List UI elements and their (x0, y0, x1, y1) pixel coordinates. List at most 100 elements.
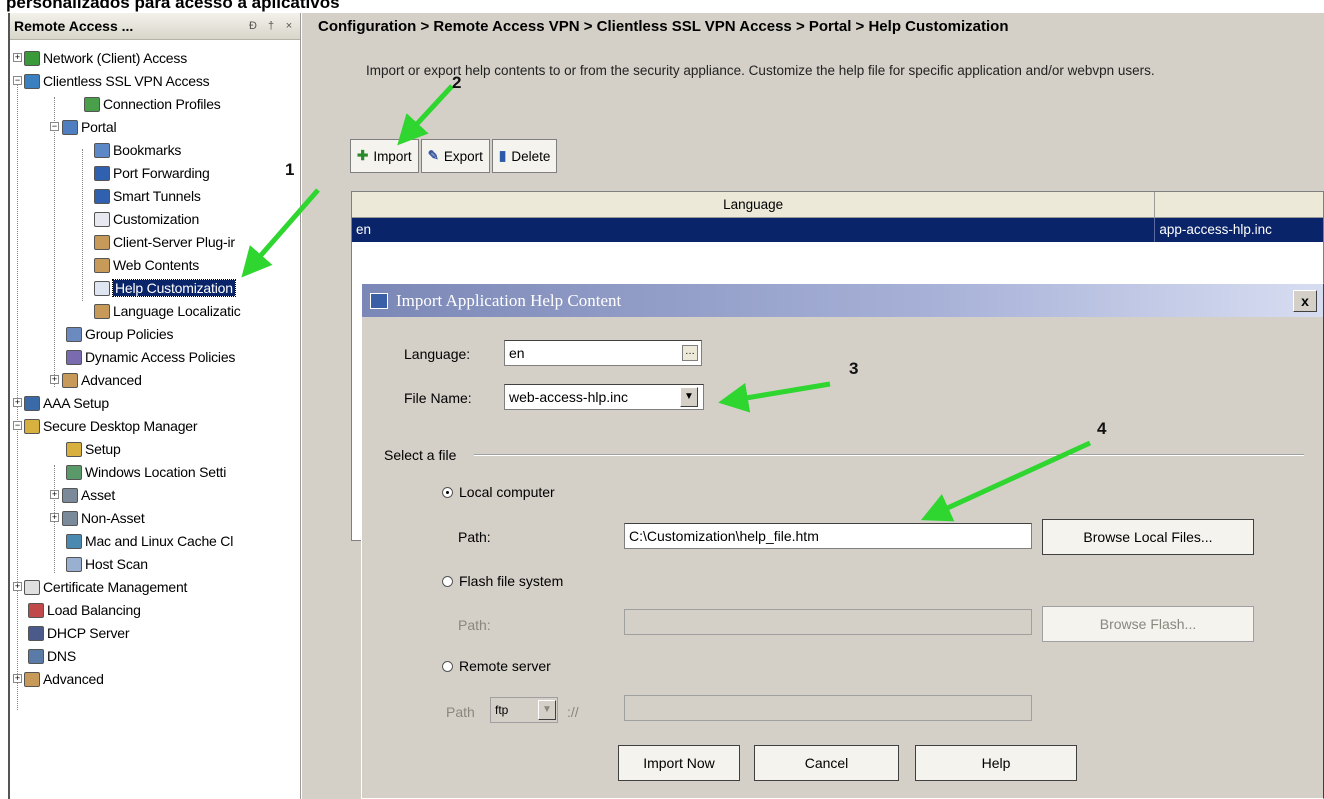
tree-non-asset[interactable]: Non-Asset (62, 507, 145, 529)
table-row[interactable]: en app-access-hlp.inc (352, 218, 1323, 242)
language-input[interactable]: en (504, 340, 702, 366)
tree-advanced-root[interactable]: Advanced (24, 668, 104, 690)
local-computer-radio[interactable]: Local computer (442, 484, 555, 500)
collapse-secure-desktop-icon[interactable]: − (13, 421, 22, 430)
close-pane-icon[interactable]: × (282, 20, 296, 32)
local-path-label: Path: (458, 529, 491, 545)
column-header-language[interactable]: Language (352, 192, 1156, 217)
expand-non-asset-icon[interactable]: + (50, 513, 59, 522)
delete-label: Delete (511, 148, 551, 164)
tree-clientless-ssl-vpn-access[interactable]: Clientless SSL VPN Access (24, 70, 210, 92)
step-4-marker: 4 (1097, 419, 1107, 438)
tree-label: Clientless SSL VPN Access (43, 73, 210, 89)
language-picker-button[interactable]: … (682, 345, 698, 361)
tree-line (54, 97, 55, 387)
setup-icon (66, 441, 82, 457)
step-2-marker: 2 (452, 73, 462, 92)
import-now-button[interactable]: Import Now (618, 745, 740, 781)
delete-button[interactable]: ▮ Delete (491, 139, 558, 173)
tree-secure-desktop-manager[interactable]: Secure Desktop Manager (24, 415, 198, 437)
tree-load-balancing[interactable]: Load Balancing (28, 599, 141, 621)
dialog-app-icon (370, 292, 388, 309)
tree-dns[interactable]: DNS (28, 645, 76, 667)
tree-asset[interactable]: Asset (62, 484, 115, 506)
remote-server-radio[interactable]: Remote server (442, 658, 551, 674)
export-icon: ✎ (427, 148, 439, 163)
radio-dot-icon (442, 660, 453, 672)
tree-web-contents[interactable]: Web Contents (94, 254, 199, 276)
filename-select[interactable]: web-access-hlp.inc (504, 384, 704, 410)
remote-separator: :// (567, 704, 579, 720)
port-forwarding-icon (94, 165, 110, 181)
tree-connection-profiles[interactable]: Connection Profiles (84, 93, 221, 115)
tree-portal[interactable]: Portal (62, 116, 117, 138)
advanced-icon (24, 671, 40, 687)
browse-local-files-button[interactable]: Browse Local Files... (1042, 519, 1254, 555)
tree-label: Help Customization (112, 279, 236, 297)
page-description: Import or export help contents to or fro… (366, 63, 1155, 78)
cancel-button[interactable]: Cancel (754, 745, 899, 781)
tree-label: Certificate Management (43, 579, 188, 595)
tree-label: Customization (113, 211, 200, 227)
vpn-icon (24, 73, 40, 89)
tree-smart-tunnels[interactable]: Smart Tunnels (94, 185, 201, 207)
windows-location-icon (66, 464, 82, 480)
nav-tree: + Network (Client) Access − Clientless S… (10, 45, 300, 799)
tree-windows-location-settings[interactable]: Windows Location Setti (66, 461, 226, 483)
tree-label: Advanced (81, 372, 142, 388)
expand-asset-icon[interactable]: + (50, 490, 59, 499)
tree-certificate-management[interactable]: Certificate Management (24, 576, 187, 598)
help-button[interactable]: Help (915, 745, 1077, 781)
flash-file-system-radio[interactable]: Flash file system (442, 573, 563, 589)
import-button[interactable]: ✚ Import (350, 139, 419, 173)
tree-customization[interactable]: Customization (94, 208, 199, 230)
tree-dynamic-access-policies[interactable]: Dynamic Access Policies (66, 346, 235, 368)
expand-advanced-root-icon[interactable]: + (13, 674, 22, 683)
collapse-portal-icon[interactable]: − (50, 122, 59, 131)
tree-advanced[interactable]: Advanced (62, 369, 142, 391)
float-pane-icon[interactable]: Ð (246, 20, 260, 32)
tree-help-customization[interactable]: Help Customization (94, 277, 236, 299)
tree-label: Smart Tunnels (113, 188, 201, 204)
import-label: Import (373, 148, 412, 164)
chevron-down-icon: ▼ (538, 700, 556, 720)
local-path-input[interactable]: C:\Customization\help_file.htm (624, 523, 1032, 549)
expand-certificate-icon[interactable]: + (13, 582, 22, 591)
tree-network-client-access[interactable]: Network (Client) Access (24, 47, 187, 69)
remote-path-input (624, 695, 1032, 721)
tunnel-icon (94, 188, 110, 204)
import-help-dialog: Import Application Help Content x Langua… (361, 283, 1324, 799)
tree-label: Network (Client) Access (43, 50, 187, 66)
chevron-down-icon[interactable]: ▼ (680, 387, 698, 407)
tree-client-server-plugin[interactable]: Client-Server Plug-ir (94, 231, 235, 253)
expand-network-icon[interactable]: + (13, 53, 22, 62)
expand-advanced-icon[interactable]: + (50, 375, 59, 384)
local-computer-label: Local computer (459, 484, 555, 500)
remote-label: Remote server (459, 658, 551, 674)
tree-group-policies[interactable]: Group Policies (66, 323, 173, 345)
tree-bookmarks[interactable]: Bookmarks (94, 139, 181, 161)
tree-aaa-setup[interactable]: AAA Setup (24, 392, 109, 414)
tree-label: Language Localizatic (113, 303, 241, 319)
tree-mac-linux-cache-cleaner[interactable]: Mac and Linux Cache Cl (66, 530, 233, 552)
expand-aaa-icon[interactable]: + (13, 398, 22, 407)
collapse-clientless-icon[interactable]: − (13, 76, 22, 85)
dialog-close-button[interactable]: x (1293, 289, 1317, 312)
tree-label: Mac and Linux Cache Cl (85, 533, 234, 549)
web-contents-icon (94, 257, 110, 273)
pin-pane-icon[interactable]: † (264, 20, 278, 32)
export-button[interactable]: ✎ Export (420, 139, 490, 173)
tree-port-forwarding[interactable]: Port Forwarding (94, 162, 210, 184)
tree-label: Web Contents (113, 257, 200, 273)
desktop-manager-icon (24, 418, 40, 434)
step-3-marker: 3 (849, 359, 859, 378)
dialog-title: Import Application Help Content (396, 290, 622, 310)
column-header-file[interactable] (1155, 192, 1323, 217)
tree-language-localization[interactable]: Language Localizatic (94, 300, 241, 322)
tree-dhcp-server[interactable]: DHCP Server (28, 622, 130, 644)
bookmark-icon (94, 142, 110, 158)
tree-host-scan[interactable]: Host Scan (66, 553, 148, 575)
tree-setup[interactable]: Setup (66, 438, 121, 460)
table-header: Language (352, 192, 1323, 218)
cell-file: app-access-hlp.inc (1159, 222, 1272, 237)
